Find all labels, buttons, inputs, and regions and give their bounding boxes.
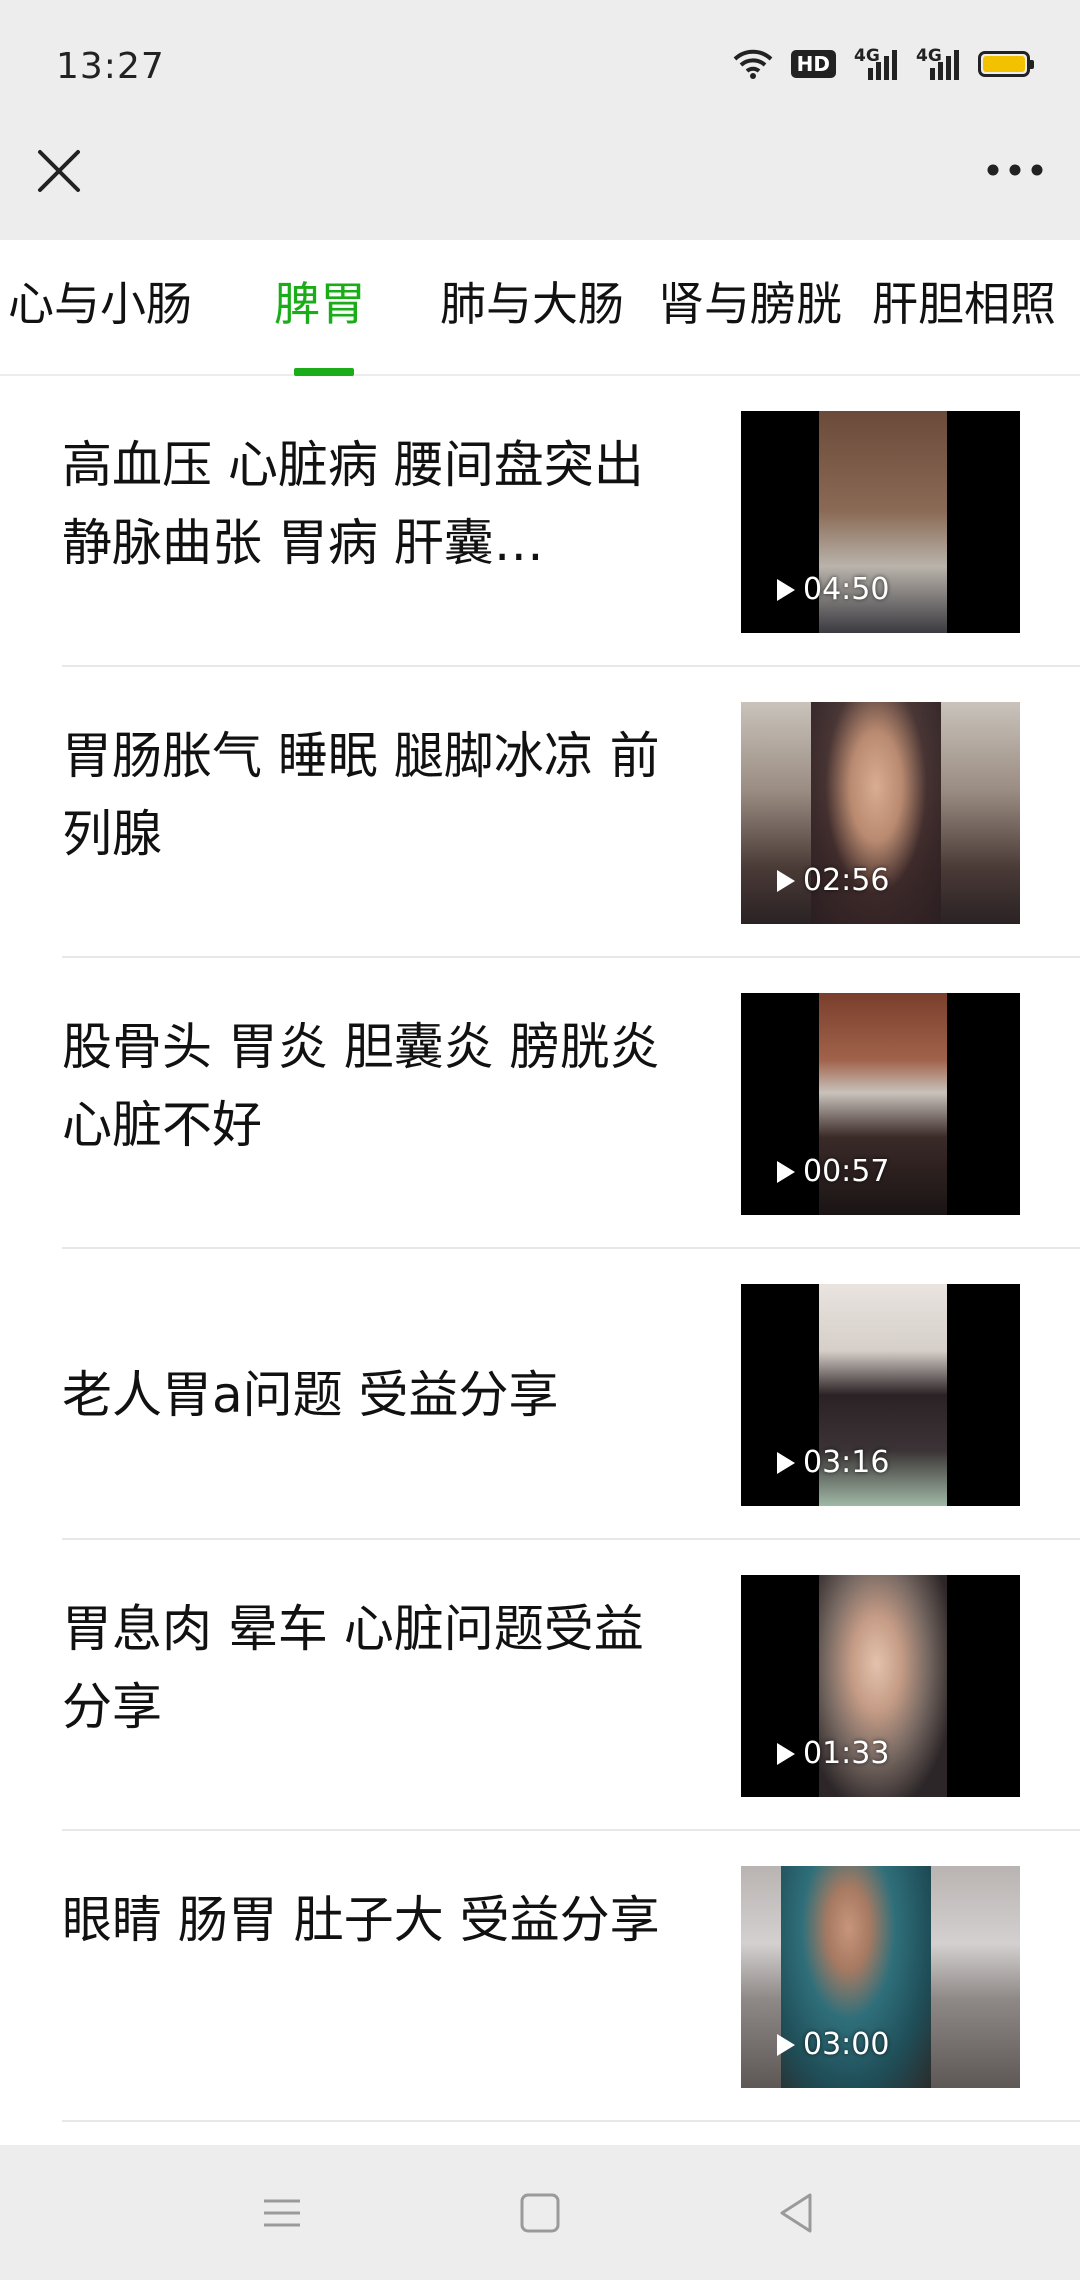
video-title[interactable]: 高血压 心脏病 腰间盘突出 静脉曲张 胃病 肝囊… — [62, 426, 692, 582]
video-duration: 04:50 — [777, 572, 889, 607]
play-icon — [777, 1160, 795, 1183]
play-icon — [777, 869, 795, 892]
video-duration: 03:16 — [777, 1445, 889, 1480]
video-thumbnail[interactable]: 00:57 — [741, 993, 1020, 1215]
list-item[interactable]: 高血压 心脏病 腰间盘突出 静脉曲张 胃病 肝囊… 04:50 — [0, 376, 1080, 667]
duration-text: 02:56 — [803, 863, 890, 898]
title-bar — [0, 130, 1080, 240]
list-item[interactable]: 老人胃a问题 受益分享 03:16 — [0, 1249, 1080, 1540]
tab-spleen-stomach[interactable]: 脾胃 — [274, 268, 366, 334]
status-time: 13:27 — [56, 46, 165, 87]
menu-icon[interactable] — [254, 2185, 310, 2241]
video-duration: 00:57 — [777, 1154, 889, 1189]
signal-icon: 4G — [916, 46, 960, 82]
video-title[interactable]: 胃息肉 晕车 心脏问题受益分享 — [62, 1590, 692, 1746]
close-icon[interactable] — [30, 140, 90, 200]
tab-kidney-bladder[interactable]: 肾与膀胱 — [658, 268, 842, 334]
home-icon[interactable] — [512, 2185, 568, 2241]
navigation-bar — [0, 2145, 1080, 2280]
duration-text: 01:33 — [803, 1736, 890, 1771]
video-title[interactable]: 老人胃a问题 受益分享 — [62, 1249, 692, 1540]
status-bar: 13:27 HD 4G 4G — [0, 0, 1080, 130]
more-icon[interactable] — [980, 150, 1050, 190]
wifi-icon — [733, 49, 773, 79]
video-duration: 03:00 — [777, 2027, 889, 2062]
play-icon — [777, 2033, 795, 2056]
duration-text: 03:00 — [803, 2027, 890, 2062]
signal-icon: 4G — [854, 46, 898, 82]
video-thumbnail[interactable]: 02:56 — [741, 702, 1020, 924]
video-title[interactable]: 胃肠胀气 睡眠 腿脚冰凉 前列腺 — [62, 717, 692, 873]
video-duration: 02:56 — [777, 863, 889, 898]
video-thumbnail[interactable]: 03:16 — [741, 1284, 1020, 1506]
status-icons: HD 4G 4G — [733, 44, 1034, 84]
video-duration: 01:33 — [777, 1736, 889, 1771]
video-title[interactable]: 眼睛 肠胃 肚子大 受益分享 — [62, 1881, 692, 1959]
tab-lung-large-intestine[interactable]: 肺与大肠 — [440, 268, 624, 334]
duration-text: 04:50 — [803, 572, 890, 607]
back-icon[interactable] — [768, 2185, 824, 2241]
battery-icon — [978, 51, 1034, 77]
video-thumbnail[interactable]: 03:00 — [741, 1866, 1020, 2088]
video-thumbnail[interactable]: 04:50 — [741, 411, 1020, 633]
list-item[interactable]: 眼睛 肠胃 肚子大 受益分享 03:00 — [0, 1831, 1080, 2122]
tab-heart-small-intestine[interactable]: 心与小肠 — [8, 268, 192, 334]
video-title[interactable]: 股骨头 胃炎 胆囊炎 膀胱炎 心脏不好 — [62, 1008, 692, 1164]
play-icon — [777, 1742, 795, 1765]
list-item[interactable]: 胃肠胀气 睡眠 腿脚冰凉 前列腺 02:56 — [0, 667, 1080, 958]
video-list: 高血压 心脏病 腰间盘突出 静脉曲张 胃病 肝囊… 04:50 胃肠胀气 睡眠 … — [0, 376, 1080, 2122]
play-icon — [777, 1451, 795, 1474]
active-tab-indicator — [294, 368, 354, 376]
play-icon — [777, 578, 795, 601]
list-item[interactable]: 胃息肉 晕车 心脏问题受益分享 01:33 — [0, 1540, 1080, 1831]
duration-text: 00:57 — [803, 1154, 890, 1189]
duration-text: 03:16 — [803, 1445, 890, 1480]
hd-icon: HD — [790, 50, 836, 78]
tab-liver-gallbladder[interactable]: 肝胆相照 — [872, 268, 1056, 334]
category-tabs: 心与小肠 脾胃 肺与大肠 肾与膀胱 肝胆相照 — [0, 240, 1080, 376]
list-item[interactable]: 股骨头 胃炎 胆囊炎 膀胱炎 心脏不好 00:57 — [0, 958, 1080, 1249]
video-thumbnail[interactable]: 01:33 — [741, 1575, 1020, 1797]
